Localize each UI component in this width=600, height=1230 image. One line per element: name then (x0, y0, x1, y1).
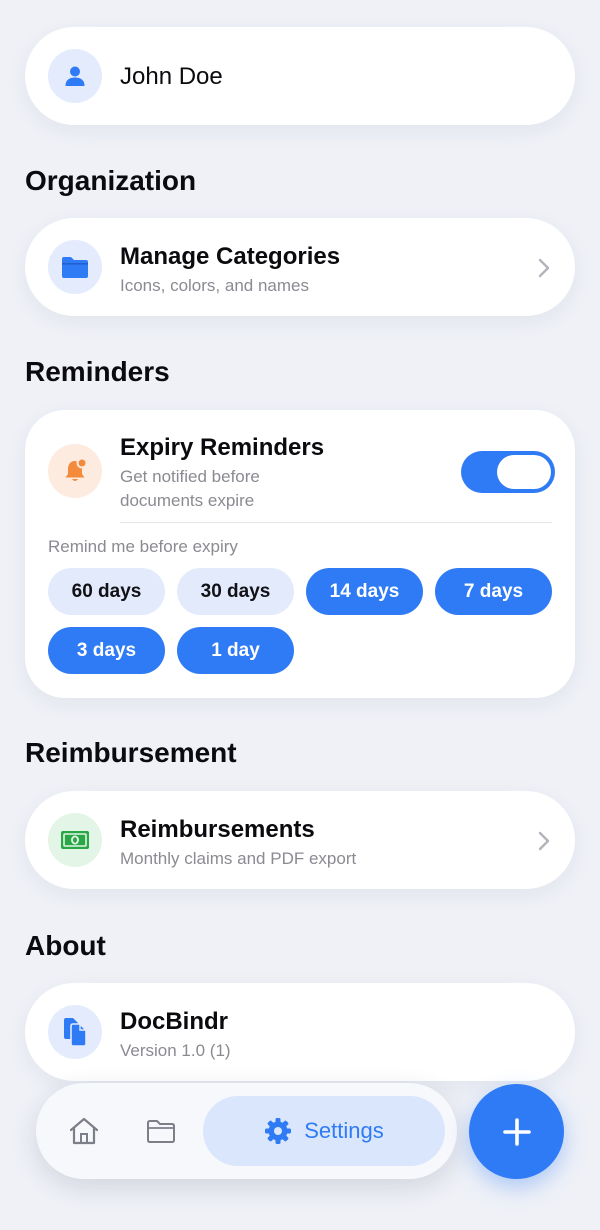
toggle-knob (497, 455, 551, 489)
manage-categories-subtitle: Icons, colors, and names (120, 276, 309, 295)
person-icon (65, 66, 85, 86)
reimbursements-subtitle: Monthly claims and PDF export (120, 849, 357, 868)
expiry-reminders-title: Expiry Reminders (120, 434, 325, 461)
add-button[interactable] (469, 1084, 564, 1179)
tab-documents[interactable] (146, 1117, 176, 1145)
section-header-organization: Organization (25, 165, 197, 196)
documents-icon-circle (48, 1005, 102, 1059)
chip-60-days[interactable]: 60 days (48, 568, 165, 615)
tab-settings-label: Settings (304, 1118, 384, 1143)
section-header-reimbursement: Reimbursement (25, 737, 237, 768)
banknote-icon (61, 831, 89, 849)
chip-14-days[interactable]: 14 days (306, 568, 423, 615)
house-icon (69, 1117, 99, 1145)
plus-icon (502, 1117, 531, 1146)
app-info-row[interactable]: DocBindr Version 1.0 (1) (25, 983, 575, 1081)
app-title: DocBindr (120, 1008, 228, 1035)
chevron-right-icon (538, 258, 550, 278)
bell-icon-circle (48, 444, 102, 498)
chip-30-days[interactable]: 30 days (177, 568, 294, 615)
folder-icon-circle (48, 240, 102, 294)
app-version: Version 1.0 (1) (120, 1041, 231, 1060)
folder-outline-icon (147, 1120, 175, 1143)
expiry-reminders-subtitle-1: Get notified before (120, 467, 260, 486)
avatar (48, 49, 102, 103)
remind-before-label: Remind me before expiry (48, 537, 238, 556)
tab-home[interactable] (69, 1117, 99, 1145)
chevron-right-icon (538, 831, 550, 851)
documents-icon (64, 1018, 87, 1047)
chip-1-day[interactable]: 1 day (177, 627, 294, 674)
expiry-reminders-subtitle-2: documents expire (120, 491, 255, 510)
gear-icon (265, 1118, 292, 1144)
profile-name: John Doe (120, 63, 223, 90)
reimbursements-row[interactable]: Reimbursements Monthly claims and PDF ex… (25, 791, 575, 889)
chip-7-days[interactable]: 7 days (435, 568, 552, 615)
banknote-icon-circle (48, 813, 102, 867)
divider (120, 522, 552, 523)
manage-categories-row[interactable]: Manage Categories Icons, colors, and nam… (25, 218, 575, 316)
tab-settings[interactable]: Settings (203, 1096, 445, 1166)
expiry-reminders-card: Expiry Reminders Get notified before doc… (25, 410, 575, 698)
section-header-reminders: Reminders (25, 356, 170, 387)
folder-icon (62, 257, 88, 278)
bell-badge-icon (65, 457, 88, 481)
expiry-reminders-toggle[interactable] (461, 451, 555, 493)
chip-3-days[interactable]: 3 days (48, 627, 165, 674)
manage-categories-title: Manage Categories (120, 243, 341, 270)
profile-card[interactable]: John Doe (25, 27, 575, 125)
reimbursements-title: Reimbursements (120, 816, 315, 843)
section-header-about: About (25, 930, 106, 961)
tab-bar: Settings (36, 1083, 457, 1179)
